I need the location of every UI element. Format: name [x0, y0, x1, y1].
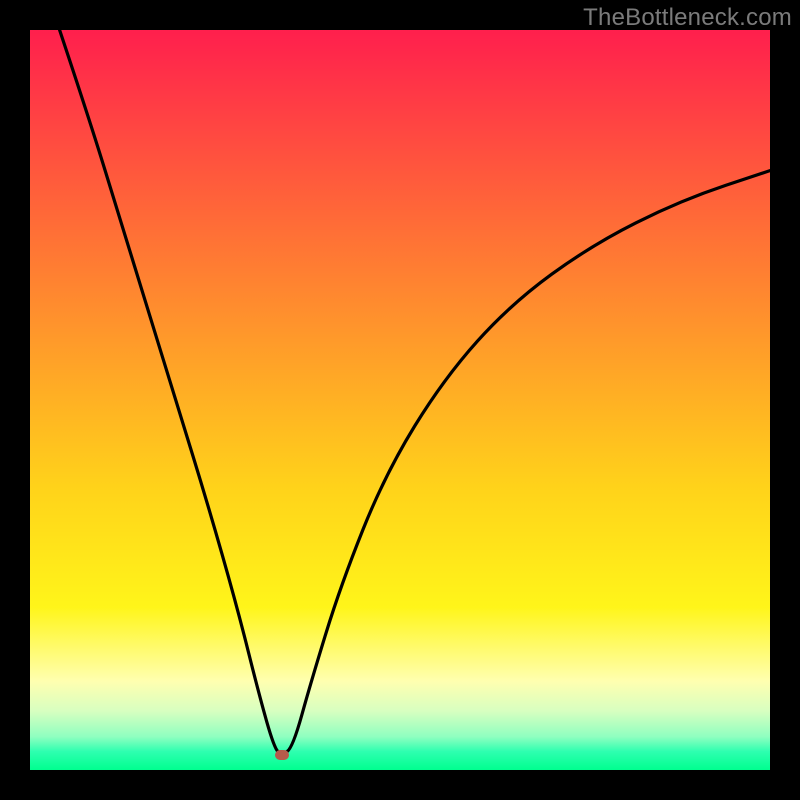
minimum-marker: [275, 750, 289, 760]
plot-area: [30, 30, 770, 770]
chart-frame: TheBottleneck.com: [0, 0, 800, 800]
bottleneck-curve: [30, 30, 770, 770]
attribution-label: TheBottleneck.com: [583, 4, 792, 32]
